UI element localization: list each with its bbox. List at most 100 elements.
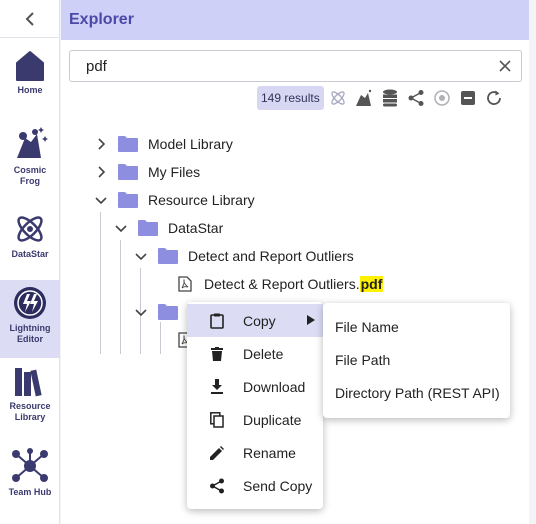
lightning-icon: [14, 287, 46, 319]
explorer-toolbar: 149 results: [257, 86, 506, 110]
file-name: Detect & Report Outliers.: [204, 276, 360, 292]
menu-item-copy[interactable]: Copy: [187, 304, 323, 337]
tree-label: DataStar: [168, 220, 224, 236]
tree-row-detect-folder[interactable]: Detect and Report Outliers: [134, 244, 354, 268]
explorer-header: Explorer: [61, 0, 529, 40]
menu-item-label: Duplicate: [243, 411, 302, 428]
folder-icon: [138, 220, 158, 236]
menu-item-label: Copy: [243, 312, 276, 329]
tree-row-partial-folder[interactable]: I: [134, 300, 192, 324]
tree-row-datastar[interactable]: DataStar: [114, 216, 223, 240]
chevron-right-icon[interactable]: [94, 137, 108, 151]
results-count-badge: 149 results: [257, 86, 324, 110]
menu-item-send-copy[interactable]: Send Copy: [187, 469, 323, 502]
scrollbar-track[interactable]: [529, 0, 536, 524]
chevron-down-icon[interactable]: [94, 193, 108, 207]
chevron-down-icon[interactable]: [134, 249, 148, 263]
menu-item-label: Download: [243, 378, 306, 395]
books-icon: [15, 368, 42, 397]
app-root: Home Cosmic Frog DataStar Lightning Edit…: [0, 0, 536, 524]
toolbar-target-button[interactable]: [430, 86, 454, 110]
nav-label-cosmic: Cosmic: [13, 165, 47, 175]
nav-label-frog: Frog: [20, 176, 40, 186]
chevron-down-icon[interactable]: [134, 305, 148, 319]
menu-item-label: Delete: [243, 345, 284, 362]
collapse-all-icon: [460, 91, 475, 105]
pdf-file-icon: [178, 276, 192, 292]
nav-label-editor: Editor: [17, 334, 43, 344]
nav-item-team-hub[interactable]: Team Hub: [0, 448, 60, 504]
clipboard-icon: [209, 313, 225, 329]
menu-item-duplicate[interactable]: Duplicate: [187, 403, 323, 436]
nav-label-resource: Resource: [9, 401, 51, 411]
toolbar-share-button[interactable]: [404, 86, 428, 110]
pencil-icon: [209, 445, 225, 461]
search-match-highlight: pdf: [359, 276, 384, 292]
atom-icon: [331, 91, 345, 105]
back-button[interactable]: [0, 0, 60, 38]
submenu-item-file-name[interactable]: File Name: [323, 310, 510, 343]
trash-icon: [209, 346, 225, 362]
chevron-down-icon[interactable]: [114, 221, 128, 235]
copy-submenu: File Name File Path Directory Path (REST…: [323, 303, 510, 418]
toolbar-refresh-button[interactable]: [482, 86, 506, 110]
download-icon: [209, 378, 225, 395]
tree-label: Model Library: [148, 136, 233, 152]
search-box: [69, 50, 522, 82]
duplicate-icon: [209, 411, 225, 428]
nav-label-library: Library: [14, 412, 46, 422]
home-icon: [16, 51, 44, 81]
folder-icon: [118, 192, 138, 208]
toolbar-database-button[interactable]: [378, 86, 402, 110]
clear-search-icon[interactable]: [499, 60, 511, 72]
nav-item-datastar[interactable]: DataStar: [0, 212, 60, 262]
nav-item-lightning-editor[interactable]: Lightning Editor: [0, 280, 60, 358]
target-icon: [433, 90, 450, 106]
context-menu: Copy Delete Download Duplicate Rename Se…: [187, 302, 323, 509]
tree-row-pdf-file[interactable]: Detect & Report Outliers. pdf: [178, 272, 384, 296]
tree-row-resource-library[interactable]: Resource Library: [94, 188, 255, 212]
nav-item-cosmic-frog[interactable]: Cosmic Frog: [0, 124, 60, 194]
nav-item-home[interactable]: Home: [0, 50, 60, 106]
tree-label: Detect and Report Outliers: [188, 248, 354, 264]
menu-item-delete[interactable]: Delete: [187, 337, 323, 370]
menu-item-label: Rename: [243, 444, 296, 461]
tree-guide-line: [120, 240, 121, 354]
nav-item-resource-library[interactable]: Resource Library: [0, 366, 60, 428]
chevron-left-icon: [25, 11, 34, 26]
network-icon: [12, 448, 48, 482]
explorer-title: Explorer: [69, 11, 134, 28]
atom-icon: [17, 216, 43, 242]
folder-icon: [158, 304, 178, 320]
tree-row-my-files[interactable]: My Files: [94, 160, 200, 184]
submenu-arrow-icon: [307, 315, 315, 325]
tree-label: Resource Library: [148, 192, 255, 208]
search-input[interactable]: [86, 57, 499, 75]
nav-label-team-hub: Team Hub: [8, 487, 52, 497]
share-icon: [209, 478, 225, 494]
tree-row-model-library[interactable]: Model Library: [94, 132, 233, 156]
menu-item-label: Send Copy: [243, 477, 313, 494]
refresh-icon: [486, 90, 501, 105]
database-icon: [382, 89, 397, 107]
nav-label-home: Home: [17, 85, 43, 95]
share-icon: [408, 90, 424, 106]
folder-icon: [158, 248, 178, 264]
tree-guide-line: [100, 212, 101, 354]
nav-label-lightning: Lightning: [9, 323, 51, 333]
left-nav: Home Cosmic Frog DataStar Lightning Edit…: [0, 0, 60, 524]
toolbar-collapse-button[interactable]: [456, 86, 480, 110]
frog-icon: [17, 127, 48, 158]
tree-label: My Files: [148, 164, 201, 180]
menu-item-rename[interactable]: Rename: [187, 436, 323, 469]
toolbar-cosmic-frog-button[interactable]: [352, 86, 376, 110]
toolbar-datastar-button[interactable]: [326, 86, 350, 110]
submenu-item-directory-path[interactable]: Directory Path (REST API): [323, 376, 510, 409]
folder-icon: [118, 164, 138, 180]
menu-item-download[interactable]: Download: [187, 370, 323, 403]
folder-icon: [118, 136, 138, 152]
submenu-item-file-path[interactable]: File Path: [323, 343, 510, 376]
tree-guide-line: [160, 322, 161, 354]
chevron-right-icon[interactable]: [94, 165, 108, 179]
nav-label-datastar: DataStar: [11, 249, 49, 259]
